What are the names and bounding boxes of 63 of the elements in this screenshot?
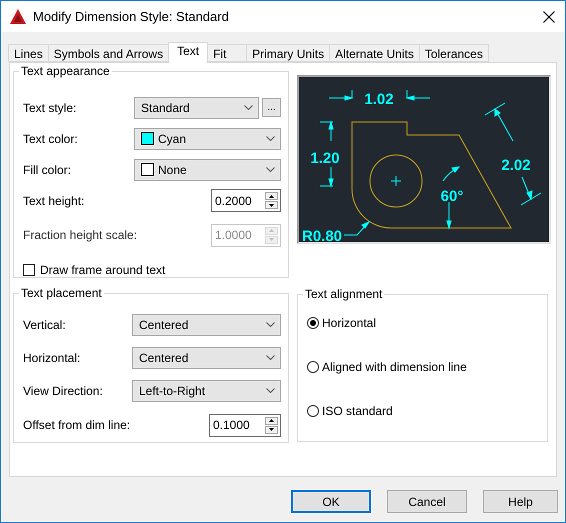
field-label: Fraction height scale: bbox=[23, 228, 138, 242]
dimension-label: 1.20 bbox=[310, 150, 340, 167]
close-icon[interactable] bbox=[543, 10, 555, 22]
tab[interactable]: Symbols and Arrows bbox=[48, 44, 170, 62]
spin-down-button[interactable] bbox=[265, 201, 278, 209]
dimension-label: 60° bbox=[440, 188, 464, 205]
field-label: Text style: bbox=[23, 100, 76, 114]
checkbox[interactable] bbox=[23, 264, 35, 276]
dropdown[interactable]: None bbox=[134, 158, 281, 180]
dialog-button[interactable]: OK bbox=[291, 490, 371, 513]
chevron-down-icon bbox=[266, 166, 275, 172]
checkbox-label: Draw frame around text bbox=[40, 262, 166, 276]
group-title: Text alignment bbox=[304, 287, 384, 301]
tab[interactable]: Lines bbox=[8, 44, 49, 62]
radio-label: Horizontal bbox=[322, 316, 376, 330]
chevron-down-icon bbox=[266, 354, 275, 360]
window-title: Modify Dimension Style: Standard bbox=[33, 9, 230, 24]
dropdown[interactable]: Left-to-Right bbox=[132, 380, 281, 402]
dimension-label: R0.80 bbox=[302, 228, 342, 242]
group-title: Text appearance bbox=[20, 64, 111, 78]
number-spinner[interactable]: 0.1000 bbox=[209, 414, 281, 436]
field-label: Text color: bbox=[23, 132, 78, 146]
app-logo-icon bbox=[10, 9, 26, 24]
field-label: Vertical: bbox=[23, 318, 66, 332]
caret-up-icon bbox=[269, 194, 274, 198]
tab[interactable]: Fit bbox=[207, 44, 248, 62]
spin-up-button[interactable] bbox=[265, 192, 278, 200]
dropdown[interactable]: Centered bbox=[132, 314, 281, 336]
dialog-button[interactable]: Help bbox=[483, 490, 558, 513]
tab[interactable]: Tolerances bbox=[418, 44, 489, 62]
radio-button[interactable] bbox=[307, 317, 319, 329]
number-input[interactable]: 0.2000 bbox=[215, 194, 265, 208]
chevron-down-icon bbox=[266, 136, 275, 142]
tab[interactable]: Alternate Units bbox=[329, 44, 420, 62]
dimension-label: 2.02 bbox=[501, 157, 531, 174]
field-label: Fill color: bbox=[23, 162, 72, 176]
radio-label: Aligned with dimension line bbox=[322, 360, 467, 374]
dialog-button[interactable]: Cancel bbox=[387, 490, 467, 513]
spin-down-button[interactable] bbox=[265, 426, 278, 434]
radio-button[interactable] bbox=[307, 361, 319, 373]
chevron-down-icon bbox=[266, 388, 275, 394]
field-label: Text height: bbox=[23, 194, 84, 208]
caret-down-icon bbox=[269, 428, 274, 431]
radio-button[interactable] bbox=[307, 405, 319, 417]
caret-down-icon bbox=[269, 204, 274, 206]
radio-label: ISO standard bbox=[322, 404, 393, 418]
dimension-label: 1.02 bbox=[364, 91, 394, 108]
field-label: Offset from dim line: bbox=[23, 418, 130, 432]
chevron-down-icon bbox=[266, 322, 275, 328]
dropdown[interactable]: Standard bbox=[134, 96, 259, 118]
tab[interactable]: Primary Units bbox=[246, 44, 330, 62]
spin-up-button[interactable] bbox=[265, 416, 278, 424]
number-input[interactable]: 0.1000 bbox=[213, 418, 265, 432]
chevron-down-icon bbox=[244, 104, 253, 110]
tab[interactable]: Text bbox=[168, 42, 208, 63]
group-title: Text placement bbox=[20, 286, 103, 300]
number-spinner[interactable]: 0.2000 bbox=[211, 189, 281, 212]
browse-button[interactable]: ... bbox=[262, 98, 281, 117]
field-label: View Direction: bbox=[23, 384, 103, 398]
dropdown[interactable]: Centered bbox=[132, 346, 281, 368]
dropdown[interactable]: Cyan bbox=[134, 128, 281, 150]
caret-up-icon bbox=[269, 419, 274, 422]
field-label: Horizontal: bbox=[23, 350, 80, 364]
